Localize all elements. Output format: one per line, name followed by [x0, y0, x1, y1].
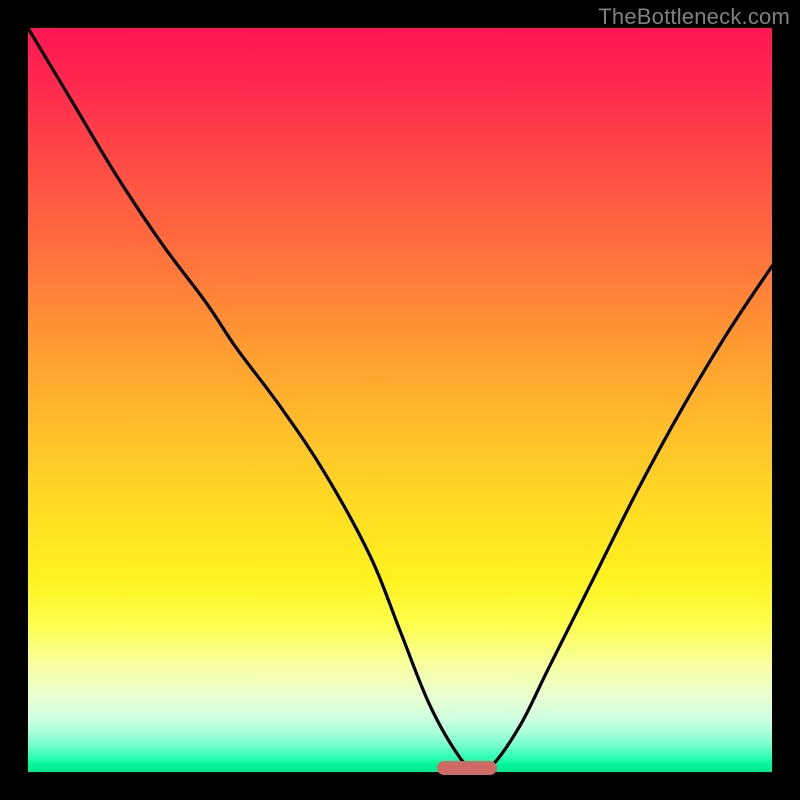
plot-area [28, 28, 772, 772]
bottleneck-curve [28, 28, 772, 772]
chart-frame: TheBottleneck.com [0, 0, 800, 800]
watermark-text: TheBottleneck.com [598, 4, 790, 30]
bottleneck-marker [437, 761, 497, 775]
curve-path [28, 28, 772, 772]
